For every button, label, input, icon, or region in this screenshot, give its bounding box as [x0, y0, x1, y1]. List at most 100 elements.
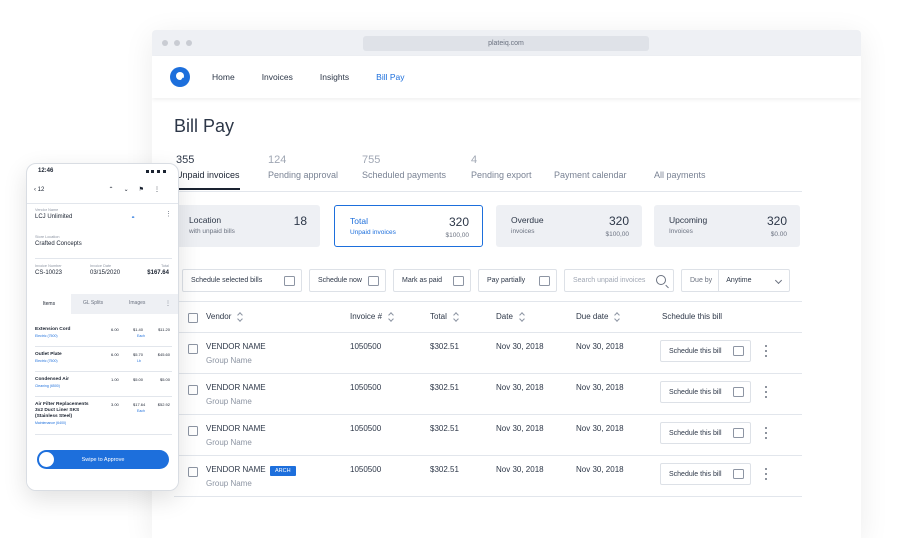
nav-invoices[interactable]: Invoices	[262, 72, 293, 82]
mark-as-paid-button[interactable]: Mark as paid	[393, 269, 471, 292]
row-checkbox[interactable]	[188, 385, 198, 395]
invoice-date: Nov 30, 2018	[496, 424, 544, 433]
schedule-this-bill-button[interactable]: Schedule this bill	[660, 463, 751, 485]
more-options-icon[interactable]: ⋮	[165, 300, 171, 307]
button-label: Schedule this bill	[669, 388, 722, 396]
list-item[interactable]: Air Filter Replacements 3x2 Duct Liner S…	[35, 402, 172, 425]
table-row[interactable]: VENDOR NAME Group Name 1050500 $302.51 N…	[174, 333, 802, 374]
nav-bill-pay[interactable]: Bill Pay	[376, 72, 404, 82]
search-unpaid-invoices-input[interactable]: Search unpaid invoices	[564, 269, 674, 292]
header-label: Date	[496, 312, 513, 321]
row-checkbox[interactable]	[188, 426, 198, 436]
phone-tab-gl-splits[interactable]: GL Splits	[83, 300, 103, 306]
table-row[interactable]: VENDOR NAME ARCH Group Name 1050500 $302…	[174, 456, 802, 497]
header-due-date[interactable]: Due date	[576, 312, 620, 321]
table-row[interactable]: VENDOR NAME Group Name 1050500 $302.51 N…	[174, 374, 802, 415]
flag-icon[interactable]: ⚑	[139, 187, 154, 193]
schedule-now-button[interactable]: Schedule now	[309, 269, 386, 292]
tab-label: Pending export	[471, 170, 532, 180]
tab-payment-calendar[interactable]: Payment calendar	[554, 154, 627, 180]
divider	[35, 396, 172, 397]
tab-count: 355	[176, 154, 195, 166]
window-minimize-dot[interactable]	[174, 40, 180, 46]
list-item[interactable]: Outlet Plate Electric (7500) 6.00 $5.70 …	[35, 352, 172, 363]
list-item[interactable]: Condensed Air Cleaning (6500) 1.00 $5.00…	[35, 377, 172, 388]
schedule-this-bill-button[interactable]: Schedule this bill	[660, 381, 751, 403]
more-options-icon[interactable]: ⋮	[154, 187, 170, 193]
invoice-total: $302.51	[430, 383, 459, 392]
field-label: Invoice Date	[90, 264, 112, 268]
field-value: 03/15/2020	[90, 270, 121, 276]
chevron-down-icon[interactable]: ⌄	[124, 187, 139, 193]
window-close-dot[interactable]	[162, 40, 168, 46]
tab-pending-approval[interactable]: 124 Pending approval	[268, 154, 338, 180]
swipe-to-approve-button[interactable]: Swipe to Approve	[37, 450, 169, 469]
item-qty: 6.00	[111, 327, 119, 332]
header-vendor[interactable]: Vendor	[206, 312, 243, 321]
pay-partially-button[interactable]: Pay partially	[478, 269, 557, 292]
row-checkbox[interactable]	[188, 344, 198, 354]
tab-pending-export[interactable]: 4 Pending export	[471, 154, 532, 180]
card-upcoming[interactable]: Upcoming Invoices 320 $0.00	[654, 205, 800, 247]
header-total[interactable]: Total	[430, 312, 459, 321]
more-options-icon[interactable]	[765, 345, 768, 357]
header-invoice-number[interactable]: Invoice #	[350, 312, 394, 321]
phone-tab-images[interactable]: Images	[129, 300, 145, 306]
invoice-due-date: Nov 30, 2018	[576, 424, 624, 433]
plateiq-logo-icon[interactable]	[170, 67, 190, 87]
tab-count	[654, 154, 706, 170]
back-button[interactable]: ‹ 12	[34, 187, 44, 193]
more-options-icon[interactable]: ⋮	[165, 210, 172, 218]
link-icon[interactable]: ⚭	[131, 215, 135, 221]
search-placeholder: Search unpaid invoices	[573, 277, 646, 284]
vendor-field[interactable]: Vendor Name LCJ Unlimited	[35, 208, 72, 220]
card-overdue[interactable]: Overdue invoices 320 $100,00	[496, 205, 642, 247]
schedule-this-bill-button[interactable]: Schedule this bill	[660, 422, 751, 444]
tab-label: Pending approval	[268, 170, 339, 180]
nav-home[interactable]: Home	[212, 72, 235, 82]
summary-cards: Location with unpaid bills 18 Total Unpa…	[174, 205, 802, 248]
card-amount: $0.00	[770, 231, 787, 238]
chevron-up-icon[interactable]: ⌃	[109, 187, 124, 193]
select-all-checkbox[interactable]	[188, 313, 198, 323]
table-row[interactable]: VENDOR NAME Group Name 1050500 $302.51 N…	[174, 415, 802, 456]
card-total[interactable]: Total Unpaid invoices 320 $100,00	[334, 205, 483, 247]
row-checkbox[interactable]	[188, 467, 198, 477]
tab-unpaid-invoices[interactable]: 355 Unpaid invoices	[176, 154, 240, 190]
invoice-number-field[interactable]: Invoice Number CS-10023	[35, 264, 62, 276]
schedule-selected-bills-button[interactable]: Schedule selected bills	[182, 269, 302, 292]
store-location-field[interactable]: Store Location Crafted Concepts	[35, 235, 82, 247]
item-unit: Lb	[137, 359, 141, 363]
tab-scheduled-payments[interactable]: 755 Scheduled payments	[362, 154, 446, 180]
invoice-total: $302.51	[430, 465, 459, 474]
stage: plateiq.com Home Invoices Insights Bill …	[0, 0, 901, 538]
schedule-this-bill-button[interactable]: Schedule this bill	[660, 340, 751, 362]
nav-insights[interactable]: Insights	[320, 72, 349, 82]
address-bar[interactable]: plateiq.com	[363, 36, 649, 51]
search-icon	[656, 275, 666, 285]
item-total: $45.60	[157, 352, 170, 357]
phone-tab-items[interactable]: Items	[27, 294, 71, 314]
due-by-select[interactable]: Due by Anytime	[681, 269, 790, 292]
more-options-icon[interactable]	[765, 386, 768, 398]
field-label: Vendor Name	[35, 208, 59, 212]
swipe-handle[interactable]	[39, 452, 54, 467]
invoice-date-field[interactable]: Invoice Date 03/15/2020	[90, 264, 120, 276]
item-total: $52.92	[157, 402, 170, 407]
header-date[interactable]: Date	[496, 312, 525, 321]
tab-all-payments[interactable]: All payments	[654, 154, 706, 180]
card-icon	[453, 276, 464, 286]
arch-badge: ARCH	[270, 466, 296, 476]
invoice-date: Nov 30, 2018	[496, 465, 544, 474]
back-count: 12	[37, 187, 45, 193]
item-name: Condensed Air	[35, 377, 69, 382]
card-location[interactable]: Location with unpaid bills 18	[174, 205, 320, 247]
more-options-icon[interactable]	[765, 427, 768, 439]
more-options-icon[interactable]	[765, 468, 768, 480]
top-nav: Home Invoices Insights Bill Pay	[152, 56, 861, 98]
window-maximize-dot[interactable]	[186, 40, 192, 46]
group-name: Group Name	[206, 397, 252, 406]
signal-battery-icon	[146, 170, 166, 174]
invoice-number: 1050500	[350, 383, 382, 392]
list-item[interactable]: Extension Cord Electric (7500) 6.00 $1.4…	[35, 327, 172, 338]
